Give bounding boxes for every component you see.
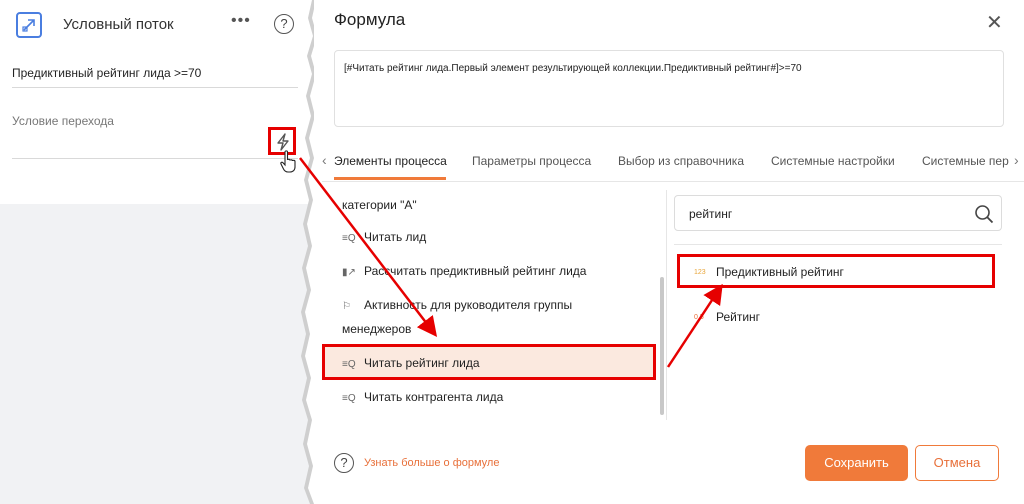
search-divider — [674, 244, 1002, 245]
result-label: Рейтинг — [716, 310, 761, 324]
tabs-prev-icon[interactable]: ‹ — [322, 152, 327, 168]
dialog-title: Формула — [334, 10, 406, 29]
condition-field[interactable]: Предиктивный рейтинг лида >=70 — [12, 66, 201, 80]
divider — [12, 87, 298, 88]
help-icon: ? — [334, 453, 354, 473]
panel-title: Условный поток — [63, 16, 174, 33]
list-scrollbar[interactable] — [660, 277, 664, 415]
read-data-icon: ≡Q — [342, 393, 356, 404]
tab-lookup[interactable]: Выбор из справочника — [618, 154, 744, 168]
list-item-label: Рассчитать предиктивный рейтинг лида — [364, 264, 587, 278]
list-item-label: Активность для руководителя группы — [364, 298, 573, 312]
learn-more-text[interactable]: Узнать больше о формуле — [364, 457, 499, 469]
cancel-button[interactable]: Отмена — [915, 445, 999, 481]
search-input[interactable]: рейтинг — [689, 207, 732, 221]
formula-tabs: ‹ Элементы процесса Параметры процесса В… — [322, 144, 1024, 182]
formula-editor[interactable]: [#Читать рейтинг лида.Первый элемент рез… — [334, 50, 1004, 127]
panel-background — [0, 204, 312, 504]
read-data-icon: ≡Q — [342, 233, 356, 244]
conditional-flow-icon — [16, 12, 42, 38]
result-label: Предиктивный рейтинг — [716, 265, 844, 279]
panel-header: Условный поток ••• ? — [16, 10, 300, 40]
close-icon[interactable]: ✕ — [986, 10, 1003, 35]
ellipsis-icon[interactable]: ••• — [231, 12, 251, 30]
list-item-label: Читать контрагента лида — [364, 390, 504, 404]
decimal-type-icon: 0.5 — [694, 314, 704, 322]
list-item[interactable]: ≡Q Читать контрагента лида — [342, 390, 503, 404]
list-item[interactable]: менеджеров — [342, 322, 411, 336]
list-item-label: менеджеров — [342, 322, 412, 336]
transition-condition-field-line — [12, 158, 298, 159]
search-icon[interactable] — [974, 204, 994, 224]
list-item[interactable]: ▮↗ Рассчитать предиктивный рейтинг лида — [342, 264, 586, 278]
save-button[interactable]: Сохранить — [805, 445, 908, 481]
list-item-selected[interactable]: ≡Q Читать рейтинг лида — [342, 356, 480, 370]
result-item[interactable]: 0.5 Рейтинг — [694, 310, 760, 324]
active-tab-indicator — [334, 177, 446, 180]
list-item[interactable]: категории "А" — [342, 198, 417, 212]
hand-cursor-icon — [280, 150, 296, 173]
lightning-icon — [277, 133, 289, 151]
search-field[interactable]: рейтинг — [674, 195, 1002, 231]
help-icon[interactable]: ? — [274, 14, 294, 34]
flag-icon: ⚐ — [342, 301, 351, 312]
tabs-divider — [322, 181, 1024, 182]
condition-panel: Условный поток ••• ? Предиктивный рейтин… — [0, 0, 312, 504]
list-item-label: категории "А" — [342, 198, 417, 212]
list-item-label: Читать лид — [364, 230, 427, 244]
tab-process-elements[interactable]: Элементы процесса — [334, 154, 447, 168]
result-item[interactable]: 123 Предиктивный рейтинг — [694, 265, 844, 279]
list-item[interactable]: ⚐ Активность для руководителя группы — [342, 298, 572, 312]
tab-system-variables[interactable]: Системные пер — [922, 154, 1010, 168]
column-divider — [666, 190, 667, 420]
process-elements-list: категории "А" ≡Q Читать лид ▮↗ Рассчитать … — [322, 190, 662, 415]
list-item-label: Читать рейтинг лида — [364, 356, 480, 370]
chart-icon: ▮↗ — [342, 267, 356, 278]
transition-condition-label: Условие перехода — [12, 114, 114, 128]
read-data-icon: ≡Q — [342, 359, 356, 370]
list-item[interactable]: ≡Q Читать лид — [342, 230, 426, 244]
tab-system-settings[interactable]: Системные настройки — [771, 154, 895, 168]
tabs-next-icon[interactable]: › — [1014, 152, 1019, 168]
integer-type-icon: 123 — [694, 269, 706, 277]
formula-dialog: Формула ✕ [#Читать рейтинг лида.Первый э… — [314, 0, 1024, 504]
tab-process-parameters[interactable]: Параметры процесса — [472, 154, 591, 168]
